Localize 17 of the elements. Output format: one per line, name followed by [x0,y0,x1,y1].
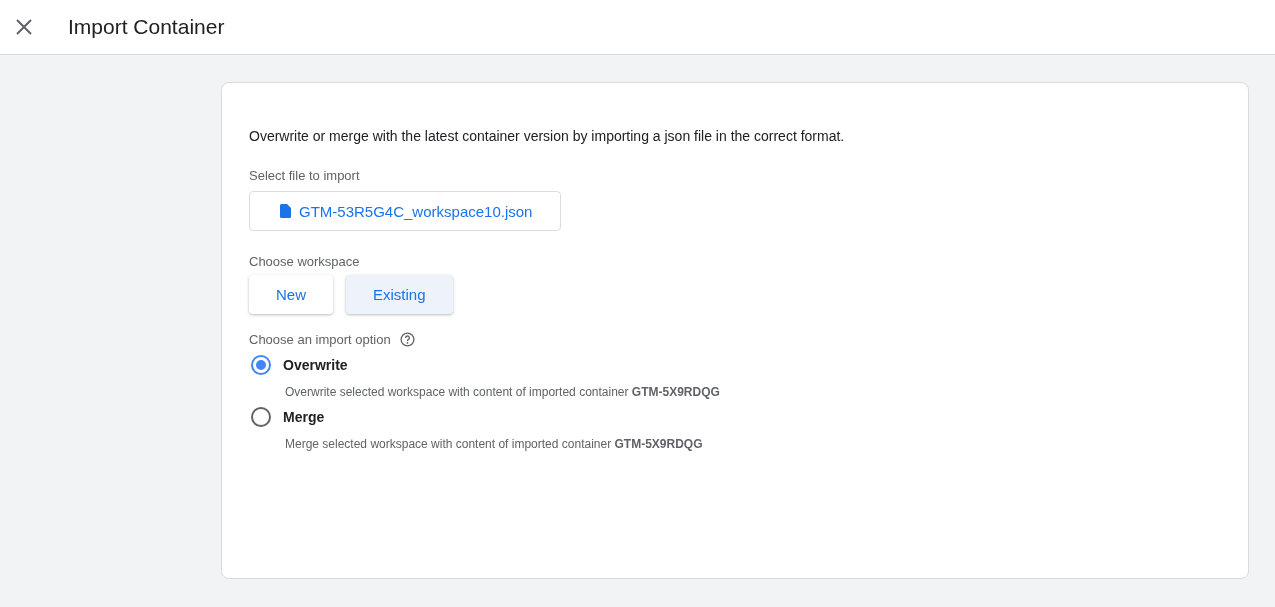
description-text: Overwrite or merge with the latest container version by importing a json file in the correct format. [249,128,846,144]
option-description: Merge selected workspace with content of imported container GTM-5X9RDQG [285,437,704,451]
option-label: Overwrite [283,357,348,373]
radio-button[interactable] [251,407,271,427]
file-select-button[interactable]: GTM-53R5G4C_workspace10.json [249,191,562,231]
file-label: Select file to import [249,168,361,183]
workspace-option-button[interactable]: New [249,275,333,314]
option-description: Overwrite selected workspace with content of imported container GTM-5X9RDQG [285,385,721,399]
file-icon [280,204,291,218]
radio-button[interactable] [251,355,271,375]
page-title: Import Container [68,15,225,39]
workspace-label: Choose workspace [249,254,361,269]
option-label: Merge [283,409,325,425]
help-icon[interactable] [399,332,415,347]
close-icon [16,19,32,35]
workspace-option-button[interactable]: Existing [346,275,453,314]
import-option-label: Choose an import option [249,332,391,347]
